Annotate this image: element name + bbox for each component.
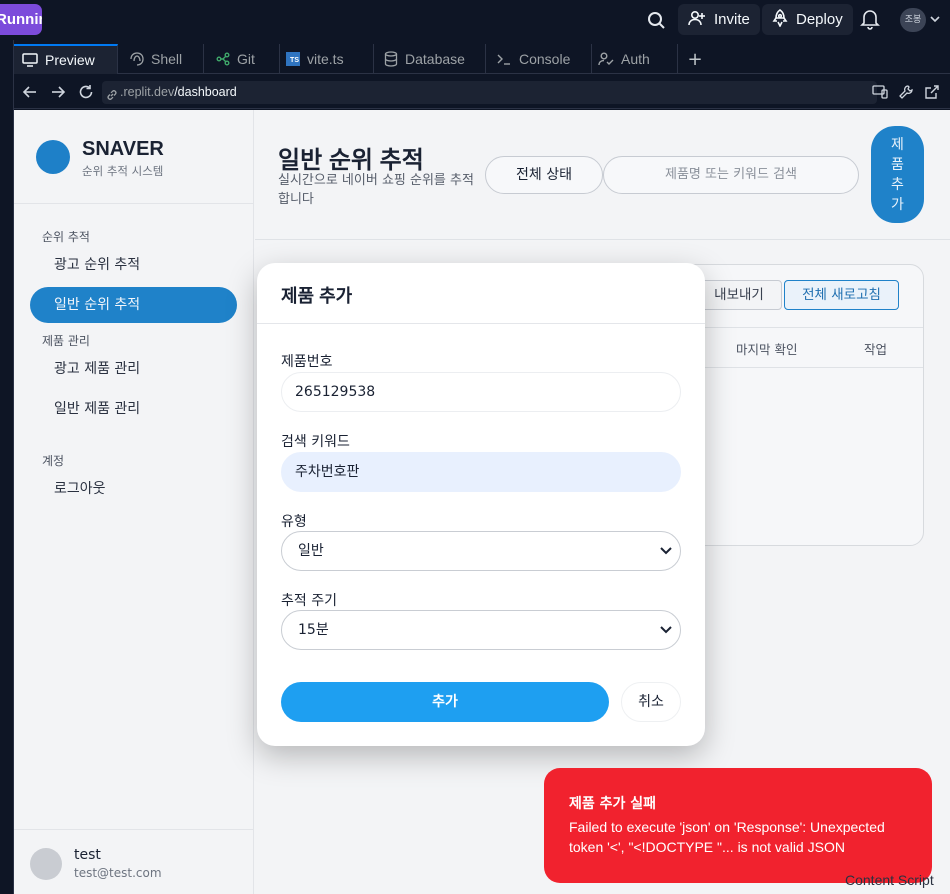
sidebar-item-logout[interactable]: 로그아웃 [30,471,237,507]
reload-icon[interactable] [78,84,94,100]
tab-git[interactable]: Git [204,44,280,74]
chevron-down-icon[interactable] [929,10,941,28]
type-select[interactable]: 일반 [281,531,681,571]
tab-auth[interactable]: Auth [592,44,678,74]
divider [14,829,254,830]
search-input[interactable]: 제품명 또는 키워드 검색 [603,156,859,194]
tab-database[interactable]: Database [374,44,486,74]
preview-url-bar: .replit.dev/dashboard [14,76,950,109]
add-tab-button[interactable]: + [678,44,712,74]
sidebar-item-general-rank[interactable]: 일반 순위 추적 [30,287,237,323]
section-label-rank: 순위 추적 [42,230,90,244]
deploy-label: Deploy [796,11,843,28]
brand-logo [36,140,70,174]
toast-message: Failed to execute 'json' on 'Response': … [569,819,885,855]
url-path: /dashboard [174,85,237,99]
forward-arrow-icon[interactable] [50,84,66,100]
refresh-all-button[interactable]: 전체 새로고침 [784,280,899,310]
deploy-button[interactable]: Deploy [762,4,853,35]
interval-label: 추적 주기 [281,593,337,609]
run-status-badge[interactable]: Running [0,4,42,35]
url-host: .replit.dev [120,85,175,99]
tab-console[interactable]: Console [486,44,592,74]
page-subtitle: 실시간으로 네이버 쇼핑 순위를 추적합니다 [278,173,474,207]
invite-button[interactable]: Invite [678,4,760,35]
search-icon[interactable] [644,8,668,32]
add-user-icon [688,10,706,30]
divider [257,323,705,324]
database-icon [384,51,398,67]
add-product-button[interactable]: 제품 추가 [871,126,924,223]
user-email: test@test.com [74,866,162,880]
product-number-label: 제품번호 [281,354,333,370]
plus-icon: + [687,48,703,70]
typescript-file-icon: TS [286,52,300,66]
add-product-dialog: 제품 추가 제품번호 265129538 검색 키워드 주차번호판 유형 일반 … [257,263,705,746]
tab-label: vite.ts [307,51,344,67]
status-filter-select[interactable]: 전체 상태 [485,156,603,194]
tab-bar: Preview Shell Git TS vite.ts Database Co… [14,44,950,74]
open-external-icon[interactable] [924,84,940,100]
tab-label: Auth [621,51,650,67]
product-number-input[interactable]: 265129538 [281,372,681,412]
tab-shell[interactable]: Shell [118,44,204,74]
keyword-input[interactable]: 주차번호판 [281,452,681,492]
sidebar-item-general-product[interactable]: 일반 제품 관리 [30,391,237,427]
export-button[interactable]: 내보내기 [696,280,782,310]
interval-select-value: 15분 [298,622,329,638]
left-panel-edge [0,40,14,894]
invite-label: Invite [714,11,750,28]
brand-subtitle: 순위 추적 시스템 [82,164,164,178]
interval-select[interactable]: 15분 [281,610,681,650]
section-label-product: 제품 관리 [42,334,90,348]
deploy-icon [772,8,788,31]
dialog-title: 제품 추가 [281,286,353,306]
devices-icon[interactable] [872,84,888,100]
wrench-icon[interactable] [898,84,914,100]
user-name: test [74,847,101,863]
auth-icon [598,52,614,66]
content-script-label: Content Script [845,872,934,888]
cancel-button[interactable]: 취소 [621,682,681,722]
type-label: 유형 [281,514,307,530]
console-icon [497,54,510,65]
tab-label: Preview [45,52,95,68]
tab-label: Console [519,51,571,67]
tab-label: Shell [151,51,183,67]
sidebar-item-ad-rank[interactable]: 광고 순위 추적 [30,247,237,283]
tab-label: Database [405,51,465,67]
workspace-header: Running Invite Deploy 조봉 [0,0,950,40]
divider [14,203,254,204]
submit-add-button[interactable]: 추가 [281,682,609,722]
column-header-action: 작업 [864,342,888,357]
error-toast[interactable]: 제품 추가 실패 Failed to execute 'json' on 'Re… [544,768,932,883]
add-product-label: 제품 추가 [891,137,904,213]
chevron-down-icon [660,547,672,555]
back-arrow-icon[interactable] [22,84,38,100]
sidebar-item-ad-product[interactable]: 광고 제품 관리 [30,351,237,387]
tab-label: Git [237,51,255,67]
preview-icon [22,53,38,67]
divider [255,239,950,240]
notification-bell-icon[interactable] [860,8,884,32]
toast-title: 제품 추가 실패 [569,796,657,812]
section-label-account: 계정 [42,454,65,468]
chevron-down-icon [660,626,672,634]
tab-preview[interactable]: Preview [14,44,118,74]
shell-icon [130,52,144,66]
brand-name: SNAVER [82,138,164,160]
url-field[interactable]: .replit.dev/dashboard [102,81,877,104]
avatar [30,848,62,880]
tab-vite-ts[interactable]: TS vite.ts [280,44,374,74]
git-icon [216,52,230,66]
user-avatar[interactable]: 조봉 [900,8,926,32]
type-select-value: 일반 [298,543,324,559]
keyword-label: 검색 키워드 [281,434,350,450]
link-icon [106,86,118,100]
page-title: 일반 순위 추적 [278,147,424,174]
sidebar: SNAVER 순위 추적 시스템 순위 추적 광고 순위 추적 일반 순위 추적… [14,110,254,894]
column-header-last-check: 마지막 확인 [736,342,798,357]
